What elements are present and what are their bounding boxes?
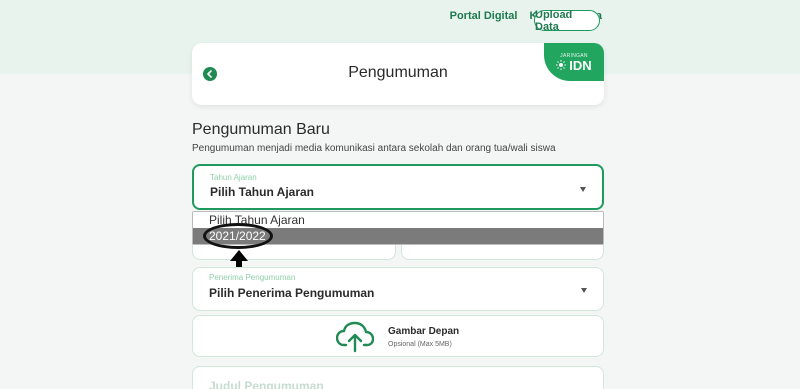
penerima-select[interactable]: Penerima Pengumuman Pilih Penerima Pengu…	[192, 267, 604, 311]
caret-down-icon	[580, 187, 586, 192]
tahun-ajaran-label: Tahun Ajaran	[210, 173, 257, 182]
header-card: Pengumuman JARINGAN IDN	[192, 43, 604, 105]
penerima-label: Penerima Pengumuman	[209, 273, 296, 282]
tahun-ajaran-value: Pilih Tahun Ajaran	[210, 185, 315, 199]
judul-pengumuman-field[interactable]: Judul Pengumuman	[192, 366, 604, 389]
badge-logo: IDN	[556, 57, 592, 73]
nav-link-portal-digital[interactable]: Portal Digital	[450, 10, 518, 22]
page-title: Pengumuman	[348, 64, 448, 81]
penerima-value: Pilih Penerima Pengumuman	[209, 286, 375, 300]
cloud-upload-icon	[336, 321, 374, 353]
judul-label: Judul Pengumuman	[209, 379, 324, 389]
section-title: Pengumuman Baru	[192, 121, 330, 138]
gambar-title: Gambar Depan	[388, 326, 460, 337]
upload-gambar-depan[interactable]: Gambar Depan Opsional (Max 5MB)	[192, 315, 604, 357]
upload-data-button[interactable]: Upload Data	[534, 9, 600, 33]
caret-down-icon	[581, 288, 587, 293]
gambar-subtitle: Opsional (Max 5MB)	[388, 341, 452, 348]
section-description: Pengumuman menjadi media komunikasi anta…	[192, 143, 556, 154]
sun-icon	[556, 60, 567, 70]
badge-logo-text: IDN	[569, 57, 592, 73]
idn-badge: JARINGAN IDN	[544, 43, 604, 81]
annotation-oval	[203, 223, 273, 249]
tahun-ajaran-select[interactable]: Tahun Ajaran Pilih Tahun Ajaran	[192, 164, 604, 210]
